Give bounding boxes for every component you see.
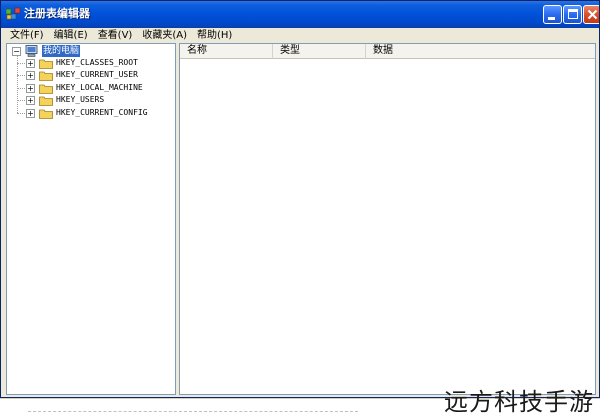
menu-file[interactable]: 文件(F) <box>5 28 49 43</box>
collapse-toggle[interactable]: − <box>12 46 21 56</box>
minimize-button[interactable] <box>543 5 562 24</box>
tree-label: HKEY_CURRENT_CONFIG <box>56 108 148 117</box>
close-button[interactable] <box>583 5 599 24</box>
tree-label: HKEY_CURRENT_USER <box>56 70 138 79</box>
expand-toggle[interactable]: + <box>26 108 35 118</box>
registry-editor-window: 注册表编辑器 文件(F) 编辑(E) 查看(V) 收藏夹(A) 帮助(H) − <box>0 0 600 398</box>
title-bar[interactable]: 注册表编辑器 <box>1 1 599 28</box>
folder-icon <box>39 59 53 69</box>
folder-icon <box>39 96 53 106</box>
menu-view[interactable]: 查看(V) <box>93 28 138 43</box>
tree-item-hklm[interactable]: + HKEY_LOCAL_MACHINE <box>26 82 143 94</box>
column-header-name[interactable]: 名称 <box>180 44 273 59</box>
menu-help[interactable]: 帮助(H) <box>192 28 237 43</box>
tree-label: HKEY_CLASSES_ROOT <box>56 58 138 67</box>
tree-root-label: 我的电脑 <box>42 45 81 57</box>
tree-item-hkcr[interactable]: + HKEY_CLASSES_ROOT <box>26 57 138 69</box>
folder-icon <box>39 84 53 94</box>
values-list-pane[interactable]: 名称 类型 数据 <box>179 43 596 395</box>
tree-item-my-computer[interactable]: − 我的电脑 <box>12 45 81 57</box>
window-title: 注册表编辑器 <box>24 7 90 20</box>
folder-icon <box>39 109 53 119</box>
menu-favorites[interactable]: 收藏夹(A) <box>137 28 192 43</box>
status-divider <box>28 411 358 412</box>
expand-toggle[interactable]: + <box>26 70 35 80</box>
list-header: 名称 类型 数据 <box>180 44 595 59</box>
tree-item-hkcu[interactable]: + HKEY_CURRENT_USER <box>26 69 138 81</box>
tree-item-hku[interactable]: + HKEY_USERS <box>26 94 104 106</box>
expand-toggle[interactable]: + <box>26 83 35 93</box>
menu-bar: 文件(F) 编辑(E) 查看(V) 收藏夹(A) 帮助(H) <box>1 28 599 43</box>
maximize-button[interactable] <box>563 5 582 24</box>
folder-icon <box>39 71 53 81</box>
expand-toggle[interactable]: + <box>26 58 35 68</box>
column-header-data[interactable]: 数据 <box>366 44 595 59</box>
close-icon <box>587 9 598 20</box>
tree-connector <box>17 56 18 113</box>
column-header-type[interactable]: 类型 <box>273 44 366 59</box>
tree-label: HKEY_USERS <box>56 95 105 104</box>
registry-tree-pane[interactable]: − 我的电脑 + HKEY_CLASSES_ROOT + HKEY_CURREN… <box>6 43 176 395</box>
regedit-app-icon <box>5 7 21 21</box>
watermark-text: 远方科技手游 <box>444 388 594 416</box>
menu-edit[interactable]: 编辑(E) <box>49 28 93 43</box>
computer-icon <box>25 45 38 57</box>
tree-label: HKEY_LOCAL_MACHINE <box>56 83 143 92</box>
maximize-icon <box>568 9 578 19</box>
minimize-icon <box>548 17 555 20</box>
expand-toggle[interactable]: + <box>26 95 35 105</box>
tree-item-hkcc[interactable]: + HKEY_CURRENT_CONFIG <box>26 107 148 119</box>
